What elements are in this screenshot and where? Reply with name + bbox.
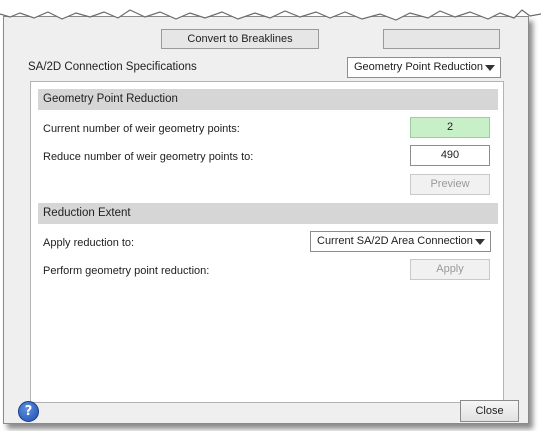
dialog-window: Convert to Breaklines SA/2D Connection S… <box>3 16 529 424</box>
perform-reduction-label: Perform geometry point reduction: <box>43 265 210 277</box>
spec-title: SA/2D Connection Specifications <box>28 61 197 73</box>
convert-to-breaklines-button[interactable]: Convert to Breaklines <box>161 29 319 49</box>
apply-button[interactable]: Apply <box>410 259 490 280</box>
reduction-panel: Geometry Point Reduction Current number … <box>30 81 504 403</box>
reduce-points-input[interactable]: 490 <box>410 145 490 166</box>
preview-button[interactable]: Preview <box>410 174 490 195</box>
current-points-field: 2 <box>410 117 490 138</box>
help-icon[interactable]: ? <box>18 401 39 422</box>
chevron-down-icon <box>475 239 485 245</box>
apply-to-label: Apply reduction to: <box>43 237 135 249</box>
apply-to-select-value: Current SA/2D Area Connection <box>317 235 473 247</box>
current-points-label: Current number of weir geometry points: <box>43 123 240 135</box>
mode-select-value: Geometry Point Reduction <box>354 61 484 73</box>
geometry-section-header: Geometry Point Reduction <box>38 89 498 110</box>
apply-to-select[interactable]: Current SA/2D Area Connection <box>310 231 491 252</box>
extent-section-header: Reduction Extent <box>38 203 498 224</box>
chevron-down-icon <box>485 65 495 71</box>
mode-select[interactable]: Geometry Point Reduction <box>347 57 501 78</box>
top-right-button[interactable] <box>383 29 500 49</box>
close-button[interactable]: Close <box>460 400 519 422</box>
reduce-points-label: Reduce number of weir geometry points to… <box>43 151 254 163</box>
spec-bar: SA/2D Connection Specifications Geometry… <box>20 55 508 81</box>
